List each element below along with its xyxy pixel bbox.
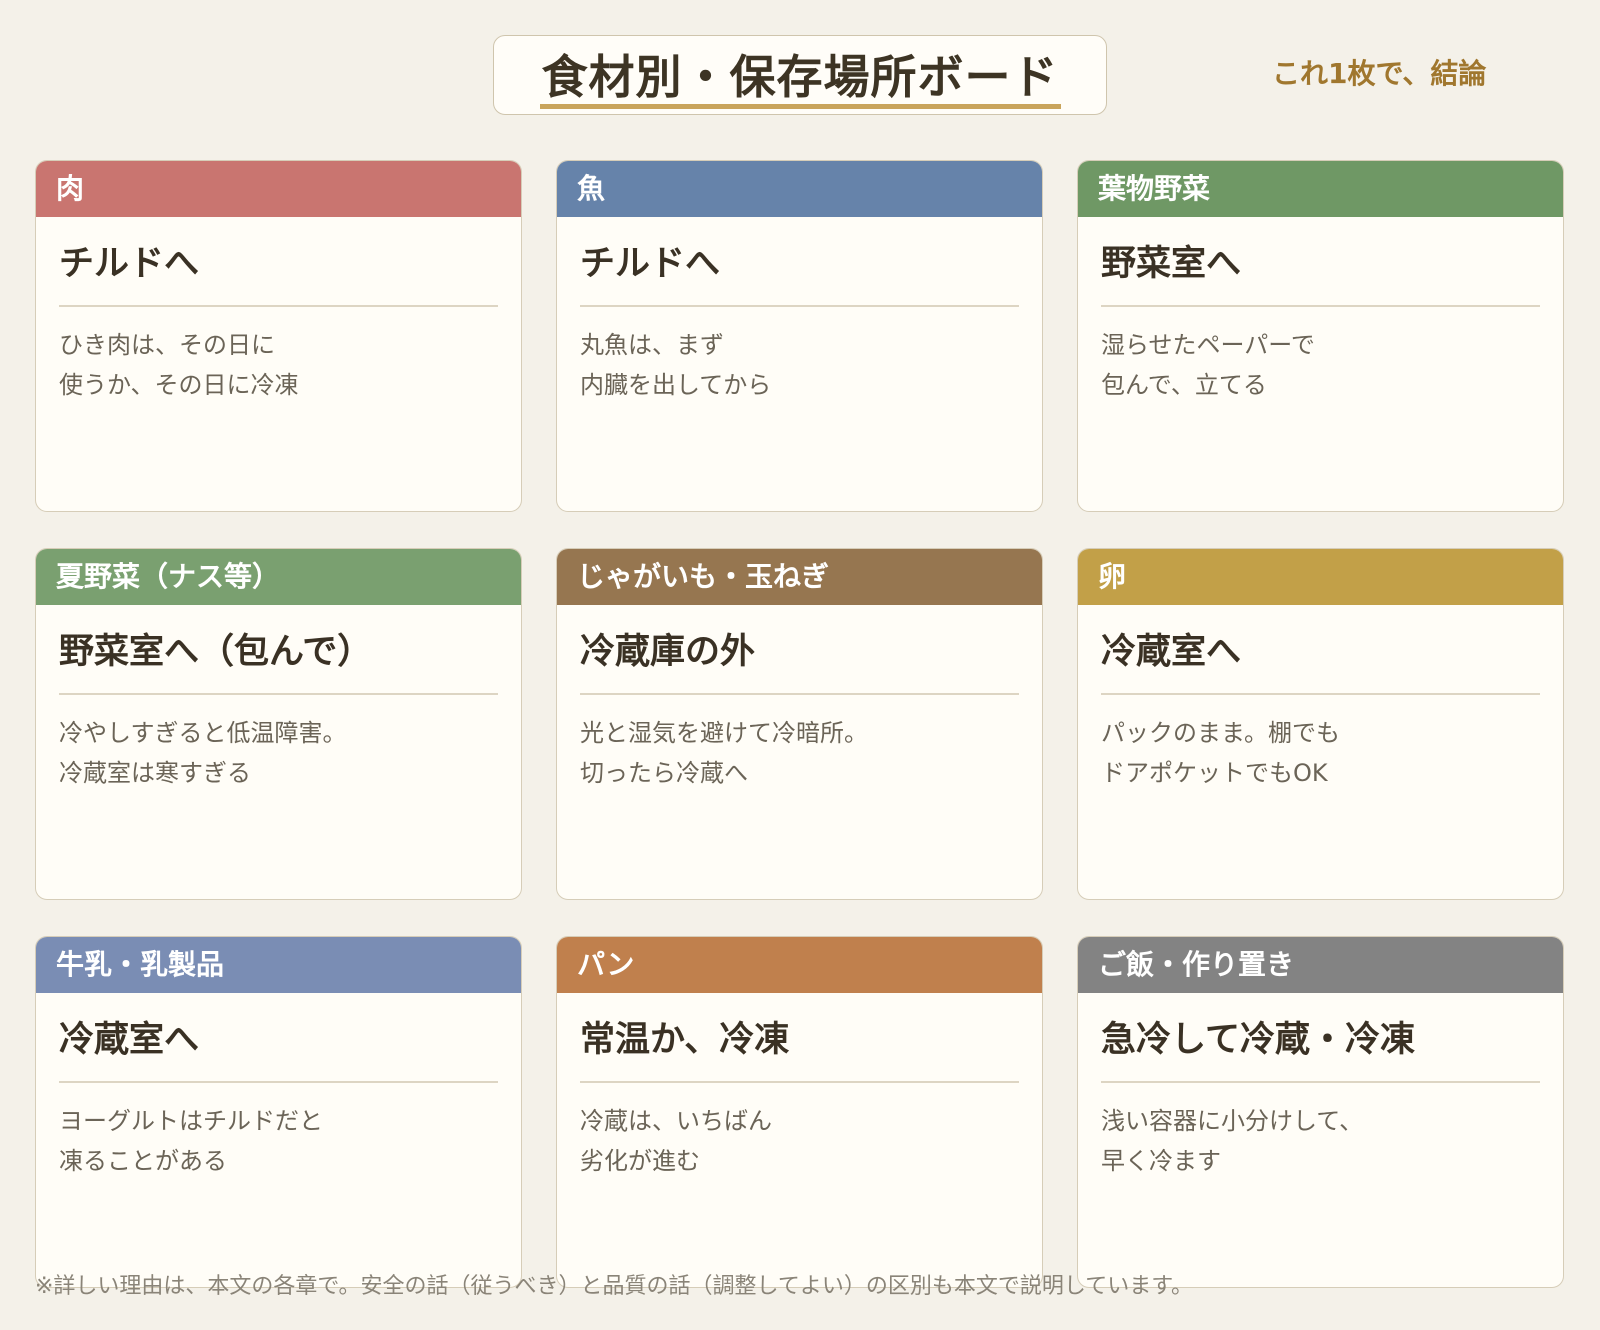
card-category-header: じゃがいも・玉ねぎ	[557, 549, 1042, 605]
card-note: ヨーグルトはチルドだと 凍ることがある	[59, 1101, 498, 1181]
storage-card: 牛乳・乳製品冷蔵室へヨーグルトはチルドだと 凍ることがある	[35, 936, 522, 1288]
storage-card: 卵冷蔵室へパックのまま。棚でも ドアポケットでもOK	[1077, 548, 1564, 900]
card-storage-location: 野菜室へ	[1101, 243, 1540, 307]
card-note-line: 浅い容器に小分けして、	[1101, 1107, 1364, 1135]
card-note: 丸魚は、まず内臓を出してから	[580, 325, 1019, 405]
card-storage-location: 冷蔵庫の外	[580, 631, 1019, 695]
card-note-line: 湿らせたペーパーで	[1101, 331, 1315, 359]
card-storage-location: 野菜室へ（包んで）	[59, 631, 498, 695]
storage-card-grid: 肉チルドへ ひき肉は、その日に 使うか、その日に冷凍魚チルドへ 丸魚は、まず 内臓を出し…	[35, 160, 1565, 1288]
card-category-header: 夏野菜（ナス等）	[36, 549, 521, 605]
storage-card: 夏野菜（ナス等） 野菜室へ（包んで） 冷やしすぎると低温障害。 冷蔵室は寒すぎる	[35, 548, 522, 900]
board-tagline: これ1枚で、結論	[1272, 57, 1487, 90]
card-note-line: 包んで、立てる	[1101, 371, 1267, 399]
card-note: パックのまま。棚でも ドアポケットでもOK	[1101, 713, 1540, 793]
card-note-line: 光と湿気を避けて冷暗所。	[580, 719, 868, 747]
card-note: 冷やしすぎると低温障害。 冷蔵室は寒すぎる	[59, 713, 498, 793]
card-note-line: 凍ることがある	[59, 1147, 227, 1175]
card-note: ひき肉は、その日に 使うか、その日に冷凍	[59, 325, 498, 405]
storage-card: ご飯・作り置き急冷して冷蔵・冷凍浅い容器に小分けして、 早く冷ます	[1077, 936, 1564, 1288]
card-storage-location: 冷蔵室へ	[59, 1019, 498, 1083]
card-category-header: 卵	[1078, 549, 1563, 605]
card-note: 浅い容器に小分けして、 早く冷ます	[1101, 1101, 1540, 1181]
card-storage-location: 急冷して冷蔵・冷凍	[1101, 1019, 1540, 1083]
footnote: ※詳しい理由は、本文の各章で。安全の話（従うべき）と品質の話（調整してよい）の区…	[35, 1274, 1194, 1299]
board-title: 食材別・保存場所ボード	[539, 50, 1061, 109]
card-note-line: ドアポケットでもOK	[1101, 759, 1328, 787]
card-note-line: ひき肉は、その日に	[59, 331, 275, 359]
card-note: 湿らせたペーパーで 包んで、立てる	[1101, 325, 1540, 405]
storage-card: 魚チルドへ丸魚は、まず内臓を出してから	[556, 160, 1043, 512]
card-note-line: 冷蔵室は寒すぎる	[59, 759, 251, 787]
card-note-line: 冷蔵は、いちばん	[580, 1107, 772, 1135]
board-title-box: 食材別・保存場所ボード	[493, 35, 1107, 115]
card-storage-location: チルドへ	[580, 243, 1019, 307]
storage-card: じゃがいも・玉ねぎ冷蔵庫の外光と湿気を避けて冷暗所。 切ったら冷蔵へ	[556, 548, 1043, 900]
card-note-line: 早く冷ます	[1101, 1147, 1221, 1175]
card-category-header: 牛乳・乳製品	[36, 937, 521, 993]
storage-card: パン常温か、冷凍冷蔵は、いちばん 劣化が進む	[556, 936, 1043, 1288]
card-category-header: 肉	[36, 161, 521, 217]
card-note-line: 使うか、その日に冷凍	[59, 371, 299, 399]
card-category-header: 魚	[557, 161, 1042, 217]
card-storage-location: チルドへ	[59, 243, 498, 307]
card-note-line: ヨーグルトはチルドだと	[59, 1107, 323, 1135]
card-note-line: 内臓を出してから	[580, 371, 772, 399]
card-note-line: 丸魚は、まず	[580, 331, 724, 359]
card-category-header: ご飯・作り置き	[1078, 937, 1563, 993]
card-note-line: 劣化が進む	[580, 1147, 700, 1175]
storage-card: 葉物野菜野菜室へ湿らせたペーパーで 包んで、立てる	[1077, 160, 1564, 512]
card-storage-location: 常温か、冷凍	[580, 1019, 1019, 1083]
card-note-line: パックのまま。棚でも	[1101, 719, 1341, 747]
card-note-line: 冷やしすぎると低温障害。	[59, 719, 347, 747]
card-category-header: 葉物野菜	[1078, 161, 1563, 217]
card-note-line: 切ったら冷蔵へ	[580, 759, 748, 787]
card-note: 光と湿気を避けて冷暗所。 切ったら冷蔵へ	[580, 713, 1019, 793]
card-storage-location: 冷蔵室へ	[1101, 631, 1540, 695]
storage-card: 肉チルドへひき肉は、その日に 使うか、その日に冷凍	[35, 160, 522, 512]
card-note: 冷蔵は、いちばん 劣化が進む	[580, 1101, 1019, 1181]
card-category-header: パン	[557, 937, 1042, 993]
